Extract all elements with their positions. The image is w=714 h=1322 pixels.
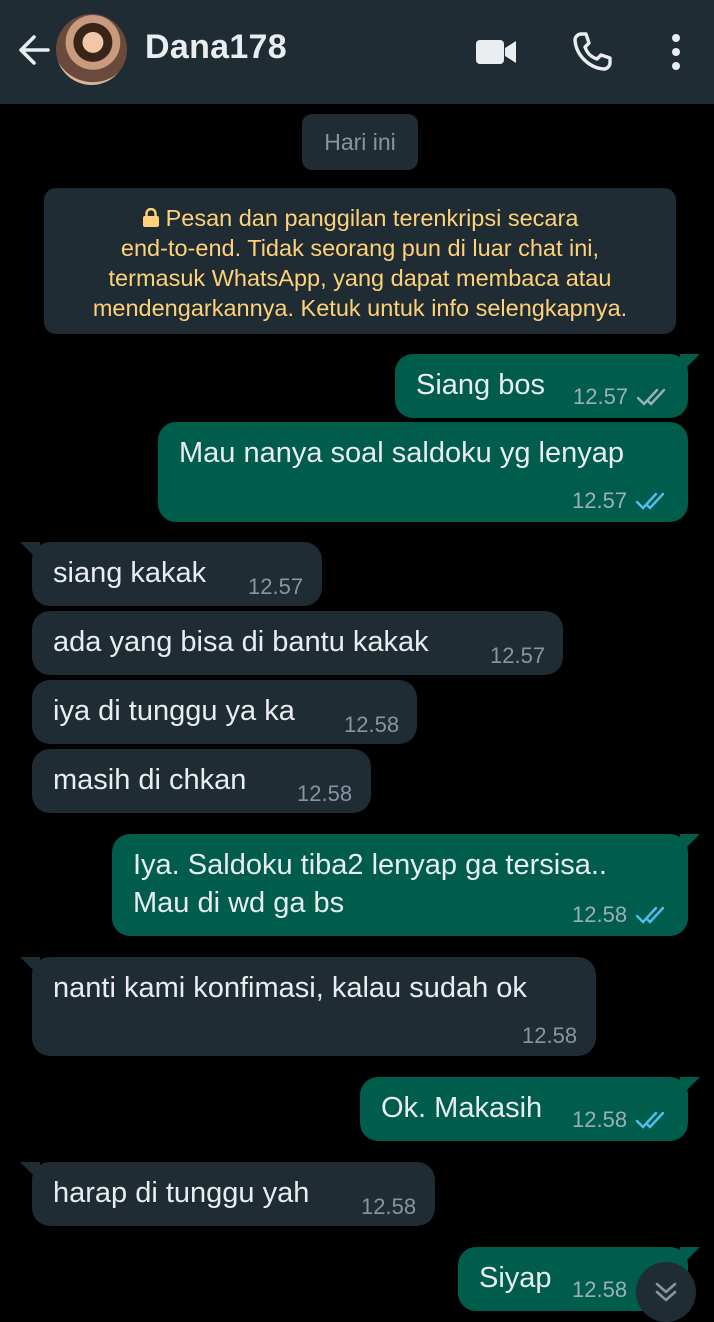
bubble-tail — [680, 1247, 700, 1267]
lock-icon — [142, 207, 159, 227]
double-check-icon — [635, 1111, 665, 1129]
double-check-icon — [636, 388, 666, 406]
message-meta: 12.57 — [248, 574, 303, 600]
bubble-tail — [20, 957, 40, 977]
double-check-icon — [635, 492, 665, 510]
video-camera-icon[interactable] — [474, 30, 518, 74]
message-time: 12.58 — [297, 781, 353, 806]
message-time: 12.57 — [572, 488, 628, 513]
message-meta: 12.57 — [572, 488, 667, 514]
phone-icon[interactable] — [570, 30, 614, 74]
contact-name[interactable]: Dana178 — [145, 28, 287, 67]
notice-line: termasuk WhatsApp, yang dapat membaca at… — [108, 265, 612, 291]
double-check-icon — [635, 906, 665, 924]
incoming-message[interactable]: siang kakak 12.57 — [20, 542, 322, 606]
message-meta: 12.58 — [297, 781, 352, 807]
message-meta: 12.58 — [572, 1277, 627, 1303]
message-time: 12.57 — [490, 643, 546, 668]
incoming-message[interactable]: nanti kami konfimasi, kalau sudah ok 12.… — [20, 957, 596, 1056]
message-text: Siang bos — [416, 369, 545, 401]
bubble-tail — [680, 354, 700, 374]
message-text: masih di chkan — [53, 764, 247, 796]
message-time: 12.58 — [361, 1194, 417, 1219]
message-text: Iya. Saldoku tiba2 lenyap ga tersisa.. — [133, 849, 607, 881]
message-text: harap di tunggu yah — [53, 1177, 310, 1209]
incoming-message[interactable]: harap di tunggu yah 12.58 — [20, 1162, 435, 1226]
message-text: Mau nanya soal saldoku yg lenyap — [179, 437, 624, 469]
bubble-tail — [20, 1162, 40, 1182]
message-text-line2: Mau di wd ga bs — [133, 887, 345, 919]
arrow-left-icon[interactable] — [14, 30, 54, 70]
notice-line: Pesan dan panggilan terenkripsi secara — [62, 203, 658, 233]
message-text: siang kakak — [53, 557, 207, 589]
message-text: Ok. Makasih — [381, 1092, 543, 1124]
incoming-message[interactable]: iya di tunggu ya ka 12.58 — [32, 680, 417, 744]
message-time: 12.57 — [573, 384, 629, 409]
incoming-message[interactable]: masih di chkan 12.58 — [32, 749, 371, 813]
message-meta: 12.57 — [573, 384, 668, 410]
message-time: 12.58 — [522, 1023, 578, 1048]
message-time: 12.58 — [572, 1277, 628, 1302]
outgoing-message[interactable]: Iya. Saldoku tiba2 lenyap ga tersisa.. M… — [112, 834, 700, 936]
incoming-message[interactable]: ada yang bisa di bantu kakak 12.57 — [32, 611, 563, 675]
more-vertical-icon[interactable] — [656, 30, 696, 74]
bubble-tail — [680, 834, 700, 854]
message-meta: 12.58 — [344, 712, 399, 738]
bubble-tail — [680, 1077, 700, 1097]
outgoing-message[interactable]: Ok. Makasih 12.58 — [360, 1077, 700, 1141]
message-time: 12.58 — [572, 1107, 628, 1132]
message-time: 12.58 — [572, 902, 628, 927]
message-meta: 12.58 — [572, 1107, 667, 1133]
notice-line: mendengarkannya. Ketuk untuk info seleng… — [92, 295, 628, 321]
scroll-to-bottom-button[interactable] — [636, 1262, 696, 1322]
message-text: iya di tunggu ya ka — [53, 695, 295, 727]
message-meta: 12.58 — [361, 1194, 416, 1220]
outgoing-message[interactable]: Mau nanya soal saldoku yg lenyap 12.57 — [158, 422, 688, 522]
message-text: ada yang bisa di bantu kakak — [53, 626, 429, 658]
message-meta: 12.58 — [572, 902, 667, 928]
message-time: 12.57 — [248, 574, 304, 599]
message-text: Siyap — [479, 1262, 552, 1294]
notice-line: end-to-end. Tidak seorang pun di luar ch… — [120, 235, 600, 261]
message-text: nanti kami konfimasi, kalau sudah ok — [53, 972, 527, 1004]
bubble-tail — [20, 542, 40, 562]
double-chevron-down-icon — [655, 1282, 677, 1302]
contact-avatar[interactable] — [56, 14, 127, 85]
message-meta: 12.58 — [522, 1023, 577, 1049]
message-time: 12.58 — [344, 712, 400, 737]
message-meta: 12.57 — [490, 643, 545, 669]
date-separator: Hari ini — [302, 114, 418, 170]
encryption-notice[interactable]: Pesan dan panggilan terenkripsi secara e… — [44, 188, 676, 334]
outgoing-message[interactable]: Siang bos 12.57 — [395, 354, 700, 418]
chat-header: Dana178 — [0, 0, 714, 104]
